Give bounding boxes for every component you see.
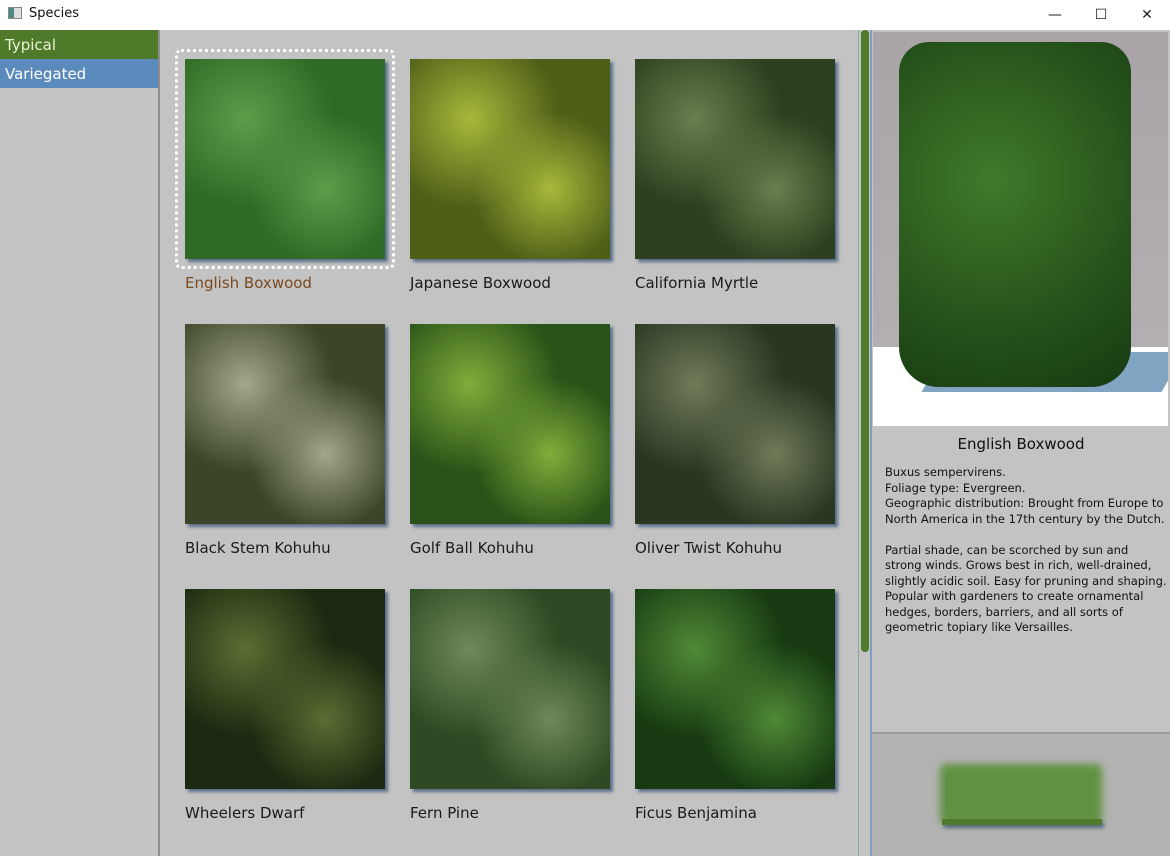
species-tile[interactable]: Japanese Boxwood — [410, 59, 610, 259]
category-sidebar: Typical Variegated — [0, 30, 160, 856]
species-tile[interactable]: Oliver Twist Kohuhu — [635, 324, 835, 524]
species-label: Ficus Benjamina — [635, 804, 757, 822]
species-label: Oliver Twist Kohuhu — [635, 539, 782, 557]
species-thumbnail[interactable] — [410, 324, 610, 524]
species-tile[interactable]: Fern Pine — [410, 589, 610, 789]
species-tile[interactable]: English Boxwood — [185, 59, 385, 259]
action-area — [872, 732, 1170, 856]
category-variegated[interactable]: Variegated — [0, 59, 158, 88]
species-thumbnail[interactable] — [410, 589, 610, 789]
species-label: Japanese Boxwood — [410, 274, 551, 292]
scrollbar-thumb[interactable] — [861, 30, 869, 652]
species-grid: English BoxwoodJapanese BoxwoodCaliforni… — [160, 30, 858, 856]
species-name: English Boxwood — [872, 435, 1170, 453]
species-preview-image — [873, 32, 1168, 426]
species-tile[interactable]: California Myrtle — [635, 59, 835, 259]
species-label: Wheelers Dwarf — [185, 804, 304, 822]
species-tile[interactable]: Golf Ball Kohuhu — [410, 324, 610, 524]
species-label: Black Stem Kohuhu — [185, 539, 331, 557]
species-label: California Myrtle — [635, 274, 758, 292]
species-tile[interactable]: Ficus Benjamina — [635, 589, 835, 789]
app-icon — [8, 7, 22, 19]
species-tile[interactable]: Black Stem Kohuhu — [185, 324, 385, 524]
species-thumbnail[interactable] — [185, 324, 385, 524]
focus-ring — [175, 49, 395, 269]
species-thumbnail[interactable] — [635, 59, 835, 259]
species-label: English Boxwood — [185, 274, 312, 292]
species-thumbnail[interactable] — [635, 589, 835, 789]
apply-button[interactable] — [940, 764, 1102, 824]
species-thumbnail[interactable] — [185, 589, 385, 789]
minimize-button[interactable]: — — [1032, 0, 1078, 30]
species-thumbnail[interactable] — [410, 59, 610, 259]
close-button[interactable]: ✕ — [1124, 0, 1170, 30]
category-typical[interactable]: Typical — [0, 30, 158, 59]
maximize-button[interactable]: ☐ — [1078, 0, 1124, 30]
title-bar: Species — ☐ ✕ — [0, 0, 1170, 30]
scrollbar[interactable] — [858, 30, 872, 856]
species-thumbnail[interactable] — [635, 324, 835, 524]
detail-panel: English Boxwood Buxus sempervirens. Foli… — [872, 30, 1170, 856]
apply-button-underline — [942, 819, 1102, 825]
species-description: Buxus sempervirens. Foliage type: Evergr… — [885, 465, 1167, 636]
species-label: Fern Pine — [410, 804, 479, 822]
window-title: Species — [29, 6, 79, 21]
species-tile[interactable]: Wheelers Dwarf — [185, 589, 385, 789]
species-label: Golf Ball Kohuhu — [410, 539, 534, 557]
